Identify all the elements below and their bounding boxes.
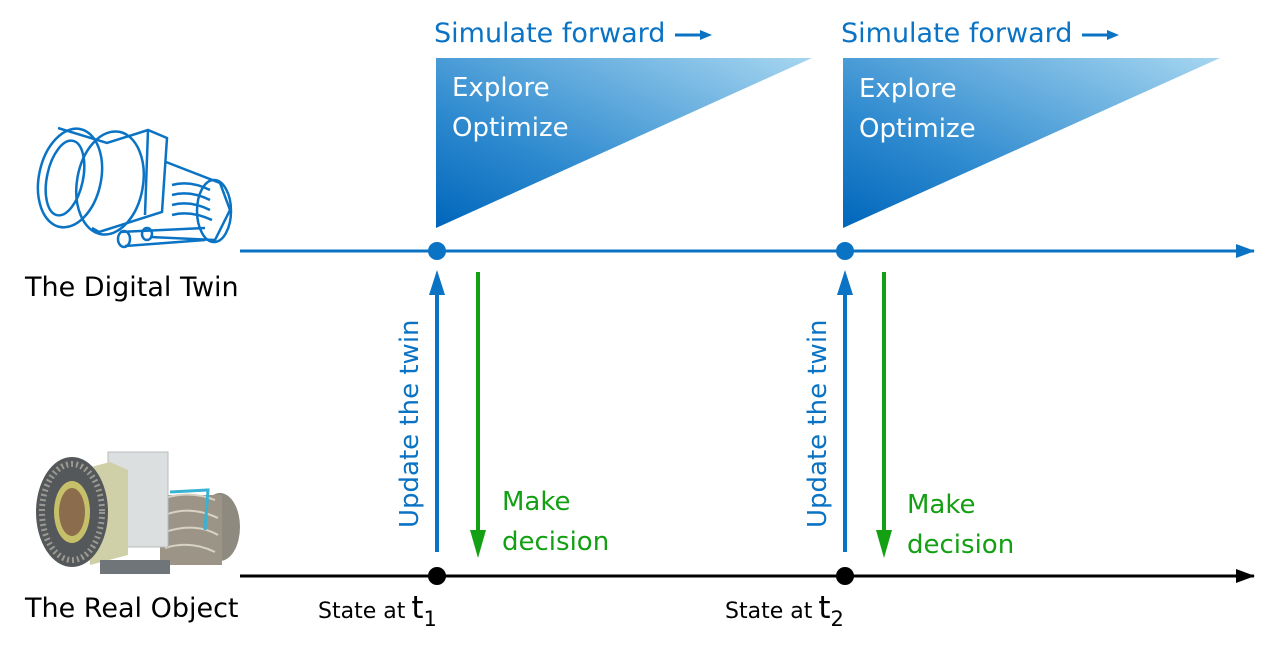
real-state-dot xyxy=(428,567,446,585)
decision-arrowhead-icon xyxy=(470,530,486,558)
simulate-arrowhead-icon xyxy=(1107,30,1119,40)
make-label: Make xyxy=(907,490,976,520)
decision-label: decision xyxy=(907,530,1014,560)
digital-state-dot xyxy=(836,242,854,260)
decision-arrowhead-icon xyxy=(876,530,892,558)
engine-wireframe-icon xyxy=(36,126,233,249)
simulate-forward-label: Simulate forward xyxy=(434,18,665,49)
real-timeline-arrowhead xyxy=(1236,569,1255,583)
digital-twin-diagram: The Digital Twin The Real Object Simulat… xyxy=(24,18,1255,631)
real-state-dot xyxy=(836,567,854,585)
explore-label: Explore xyxy=(452,73,550,103)
update-twin-label: Update the twin xyxy=(803,319,833,528)
real-object-label: The Real Object xyxy=(24,593,239,624)
simulate-arrowhead-icon xyxy=(700,30,712,40)
state-label: State at t1 xyxy=(318,590,437,631)
optimize-label: Optimize xyxy=(452,113,569,143)
update-twin-label: Update the twin xyxy=(395,319,425,528)
update-arrowhead-icon xyxy=(429,270,445,295)
digital-state-dot xyxy=(428,242,446,260)
state-label: State at t2 xyxy=(725,590,844,631)
stage-1: Simulate forward Explore Optimize Update… xyxy=(318,18,812,631)
digital-twin-label: The Digital Twin xyxy=(24,272,239,303)
simulate-forward-label: Simulate forward xyxy=(841,18,1072,49)
update-arrowhead-icon xyxy=(837,270,853,295)
optimize-label: Optimize xyxy=(859,114,976,144)
decision-label: decision xyxy=(502,527,609,557)
explore-label: Explore xyxy=(859,74,957,104)
digital-timeline-arrowhead xyxy=(1236,244,1255,258)
make-label: Make xyxy=(502,487,571,517)
gas-turbine-engine-photo xyxy=(36,451,240,574)
stage-2: Simulate forward Explore Optimize Update… xyxy=(725,18,1220,631)
